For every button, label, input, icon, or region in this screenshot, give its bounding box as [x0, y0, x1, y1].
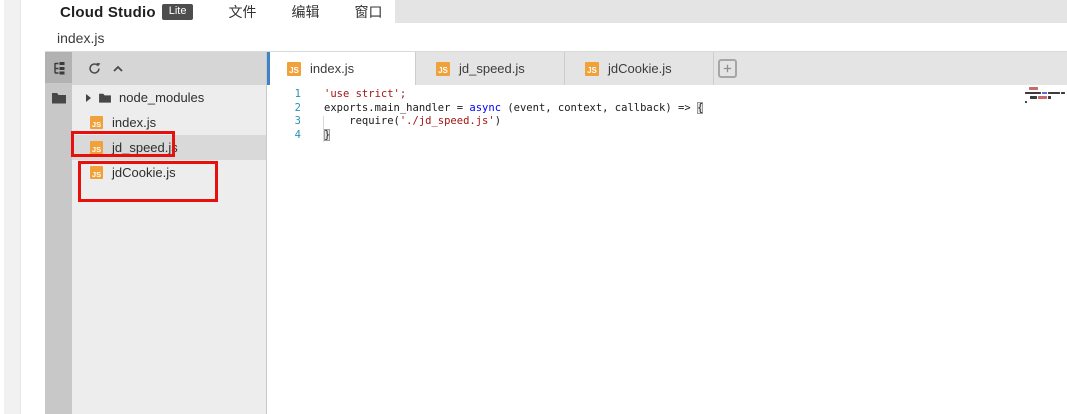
- javascript-file-icon: JS: [287, 62, 301, 76]
- menu-item-file[interactable]: 文件: [228, 2, 256, 22]
- tree-item-jd_speed-js[interactable]: JS jd_speed.js: [72, 135, 266, 160]
- tab-label: index.js: [310, 61, 354, 76]
- tree-item-label: jd_speed.js: [112, 140, 178, 155]
- minimap-line: [1025, 101, 1066, 104]
- breadcrumb: index.js: [45, 24, 1067, 51]
- tab-label: jd_speed.js: [459, 61, 525, 76]
- tree-item-label: jdCookie.js: [112, 165, 176, 180]
- line-number: 3: [267, 115, 301, 129]
- line-number: 1: [267, 88, 301, 102]
- minimap[interactable]: [1025, 87, 1066, 105]
- code-line-text: require('./jd_speed.js'): [301, 115, 501, 129]
- indent-guide: [323, 116, 324, 142]
- tree-item-jdcookie-js[interactable]: JS jdCookie.js: [72, 160, 266, 185]
- minimap-line: [1029, 87, 1066, 90]
- tree-item-index-js[interactable]: JS index.js: [72, 110, 266, 135]
- app-logo: Cloud Studio: [60, 4, 156, 21]
- lite-badge: Lite: [162, 4, 194, 20]
- code-editor[interactable]: 1'use strict';2exports.main_handler = as…: [267, 85, 1067, 414]
- tab-bar: JS index.js JS jd_speed.js JS jdCookie.js: [267, 52, 1067, 85]
- explorer-toolbar: [72, 52, 266, 85]
- tree-item-label: index.js: [112, 115, 156, 130]
- cloud-studio-window: Cloud Studio Lite 文件 编辑 窗口 index.js: [0, 0, 1067, 414]
- javascript-file-icon: JS: [90, 166, 103, 179]
- refresh-icon[interactable]: [88, 62, 101, 75]
- workbench: node_modules JS index.js JS jd_speed.js JS jdC…: [45, 51, 1067, 414]
- code-line-text: }: [301, 129, 330, 143]
- browser-gutter-strip: [4, 0, 21, 414]
- editor-group: JS index.js JS jd_speed.js JS jdCookie.js 1'u…: [266, 52, 1067, 414]
- menubar-menus: 文件 编辑 窗口: [193, 2, 382, 22]
- activity-item-explorer[interactable]: [45, 52, 72, 83]
- tab-index-js[interactable]: JS index.js: [267, 52, 416, 85]
- menu-item-window[interactable]: 窗口: [354, 2, 382, 22]
- collapsed-arrow-icon: [86, 94, 91, 102]
- breadcrumb-file-name: index.js: [57, 30, 104, 46]
- code-line[interactable]: 2exports.main_handler = async (event, co…: [267, 102, 1067, 116]
- javascript-file-icon: JS: [90, 141, 103, 154]
- tab-label: jdCookie.js: [608, 61, 672, 76]
- javascript-file-icon: JS: [585, 62, 599, 76]
- tree-item-node_modules[interactable]: node_modules: [72, 85, 266, 110]
- code-line-text: exports.main_handler = async (event, con…: [301, 102, 703, 116]
- folder-icon: [98, 92, 112, 103]
- new-tab-button[interactable]: [718, 59, 737, 78]
- tree-item-label: node_modules: [119, 90, 204, 105]
- collapse-up-icon[interactable]: [112, 64, 124, 73]
- explorer-sidebar: node_modules JS index.js JS jd_speed.js JS jdC…: [72, 52, 266, 414]
- code-line-text: 'use strict';: [301, 88, 406, 102]
- javascript-file-icon: JS: [436, 62, 450, 76]
- plus-icon: [721, 62, 734, 75]
- javascript-file-icon: JS: [90, 116, 103, 129]
- minimap-line: [1030, 96, 1066, 99]
- line-number: 4: [267, 129, 301, 143]
- line-number: 2: [267, 102, 301, 116]
- outline-tree-icon: [52, 61, 66, 75]
- menubar: Cloud Studio Lite 文件 编辑 窗口: [45, 0, 395, 24]
- folder-icon: [51, 91, 67, 104]
- code-line[interactable]: 3 require('./jd_speed.js'): [267, 115, 1067, 129]
- header-gray-filler: [395, 0, 1067, 23]
- minimap-line: [1025, 92, 1066, 95]
- code-line[interactable]: 1'use strict';: [267, 88, 1067, 102]
- tab-jdcookie-js[interactable]: JS jdCookie.js: [565, 52, 714, 85]
- menu-item-edit[interactable]: 编辑: [291, 2, 319, 22]
- code-line[interactable]: 4}: [267, 129, 1067, 143]
- tab-jd_speed-js[interactable]: JS jd_speed.js: [416, 52, 565, 85]
- activity-item-files[interactable]: [45, 83, 72, 112]
- file-tree: node_modules JS index.js JS jd_speed.js JS jdC…: [72, 85, 266, 414]
- code-lines: 1'use strict';2exports.main_handler = as…: [267, 88, 1067, 142]
- activity-bar: [45, 52, 72, 414]
